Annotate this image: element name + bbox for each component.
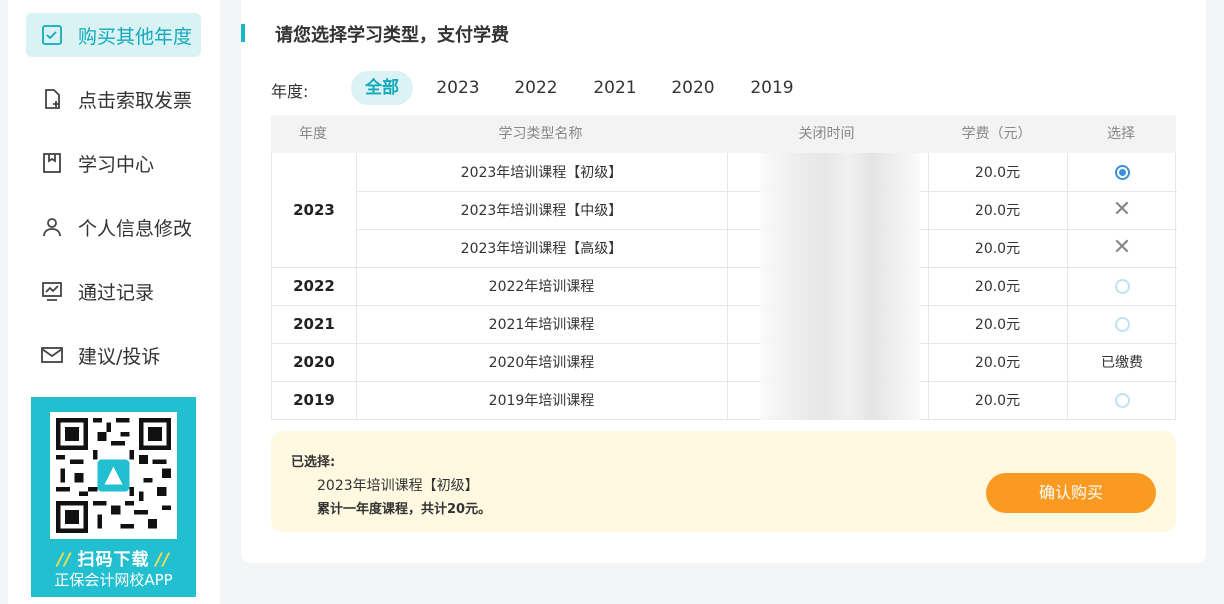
- year-cell-2022: 2022: [293, 277, 335, 295]
- sidebar-item-label: 通过记录: [78, 281, 155, 304]
- sidebar-item-records[interactable]: 通过记录: [26, 269, 201, 313]
- selection-summary: 已选择: 2023年培训课程【初级】 累计一年度课程，共计20元。 确认购买: [271, 431, 1176, 532]
- sidebar-item-label: 点击索取发票: [78, 89, 193, 112]
- close-icon: ✕: [1112, 197, 1132, 222]
- sidebar-item-profile[interactable]: 个人信息修改: [26, 205, 201, 249]
- course-fee: 20.0元: [974, 165, 1021, 181]
- sidebar-item-label: 学习中心: [78, 153, 155, 176]
- course-fee: 20.0元: [974, 355, 1021, 371]
- sidebar-item-feedback[interactable]: 建议/投诉: [26, 333, 201, 377]
- tab-2019[interactable]: 2019: [749, 71, 795, 105]
- user-icon: [40, 215, 64, 239]
- qr-code: [50, 412, 177, 539]
- tab-2022[interactable]: 2022: [513, 71, 559, 105]
- th-course-name: 学习类型名称: [498, 126, 583, 142]
- course-radio[interactable]: [1114, 278, 1130, 294]
- select-cell: [1067, 305, 1177, 343]
- chart-monitor-icon: [40, 279, 64, 303]
- mail-icon: [40, 343, 64, 367]
- summary-label: 已选择:: [291, 455, 336, 470]
- tab-all[interactable]: 全部: [351, 71, 413, 105]
- select-cell: [1067, 381, 1177, 419]
- slash-decoration: //: [57, 550, 72, 570]
- tab-2021[interactable]: 2021: [592, 71, 638, 105]
- document-add-icon: [40, 87, 64, 111]
- course-fee: 20.0元: [974, 241, 1021, 257]
- course-fee: 20.0元: [974, 203, 1021, 219]
- qr-code-image: [56, 418, 171, 533]
- th-year: 年度: [299, 126, 327, 142]
- select-cell: ✕: [1067, 191, 1177, 229]
- qr-cta-title: //扫码下载//: [57, 550, 170, 570]
- tab-2020[interactable]: 2020: [670, 71, 716, 105]
- tab-2023[interactable]: 2023: [435, 71, 481, 105]
- year-cell-2021: 2021: [293, 315, 335, 333]
- course-name: 2022年培训课程: [488, 279, 595, 295]
- th-select: 选择: [1107, 126, 1135, 142]
- main-panel: 请您选择学习类型，支付学费 年度: 全部 2023 2022 2021 2020…: [241, 0, 1206, 563]
- select-cell: ✕: [1067, 229, 1177, 267]
- th-close-time: 关闭时间: [798, 126, 855, 142]
- course-name: 2023年培训课程【初级】: [460, 165, 623, 181]
- year-cell-2020: 2020: [293, 353, 335, 371]
- table-header: 年度 学习类型名称 关闭时间 学费（元） 选择: [271, 115, 1176, 153]
- select-cell: [1067, 267, 1177, 305]
- course-radio-checked[interactable]: [1114, 164, 1130, 180]
- course-fee: 20.0元: [974, 393, 1021, 409]
- course-radio[interactable]: [1114, 316, 1130, 332]
- close-icon: ✕: [1112, 235, 1132, 260]
- table-body: 2023 2022 2021 2020 2019 2023年培训课程【初级】 2…: [271, 153, 1177, 420]
- course-name: 2021年培训课程: [488, 317, 595, 333]
- sidebar-item-invoice[interactable]: 点击索取发票: [26, 77, 201, 121]
- th-fee: 学费（元）: [961, 126, 1032, 142]
- sidebar-item-study-center[interactable]: 学习中心: [26, 141, 201, 185]
- course-name: 2023年培训课程【高级】: [460, 241, 623, 257]
- course-fee: 20.0元: [974, 279, 1021, 295]
- confirm-purchase-button[interactable]: 确认购买: [986, 473, 1156, 513]
- year-cell-2023: 2023: [293, 201, 335, 219]
- bookmark-icon: [40, 151, 64, 175]
- slash-decoration: //: [155, 550, 170, 570]
- close-time-redacted: [760, 153, 920, 420]
- year-cell-2019: 2019: [293, 391, 335, 409]
- sidebar-item-buy-other-years[interactable]: 购买其他年度: [26, 13, 201, 57]
- summary-course: 2023年培训课程【初级】: [317, 478, 479, 494]
- course-fee: 20.0元: [974, 317, 1021, 333]
- sidebar-item-label: 建议/投诉: [78, 345, 161, 368]
- title-accent-bar: [241, 24, 245, 42]
- page-title: 请您选择学习类型，支付学费: [275, 25, 509, 46]
- summary-total: 累计一年度课程，共计20元。: [317, 502, 492, 517]
- course-name: 2020年培训课程: [488, 355, 595, 371]
- sidebar: 购买其他年度 点击索取发票 学习中心 个人信息修改 通过记录 建议/投诉 // …: [8, 0, 220, 604]
- year-filter-label: 年度:: [271, 82, 309, 101]
- course-name: 2019年培训课程: [488, 393, 595, 409]
- sidebar-item-label: 购买其他年度: [78, 25, 193, 48]
- course-radio[interactable]: [1114, 392, 1130, 408]
- paid-status: 已缴费: [1101, 355, 1143, 371]
- check-square-icon: [40, 23, 64, 47]
- select-cell: [1067, 153, 1177, 191]
- qr-app-name: 正保会计网校APP: [54, 571, 173, 589]
- sidebar-item-label: 个人信息修改: [78, 217, 193, 240]
- course-name: 2023年培训课程【中级】: [460, 203, 623, 219]
- qr-download-card[interactable]: //扫码下载// 正保会计网校APP: [31, 397, 196, 597]
